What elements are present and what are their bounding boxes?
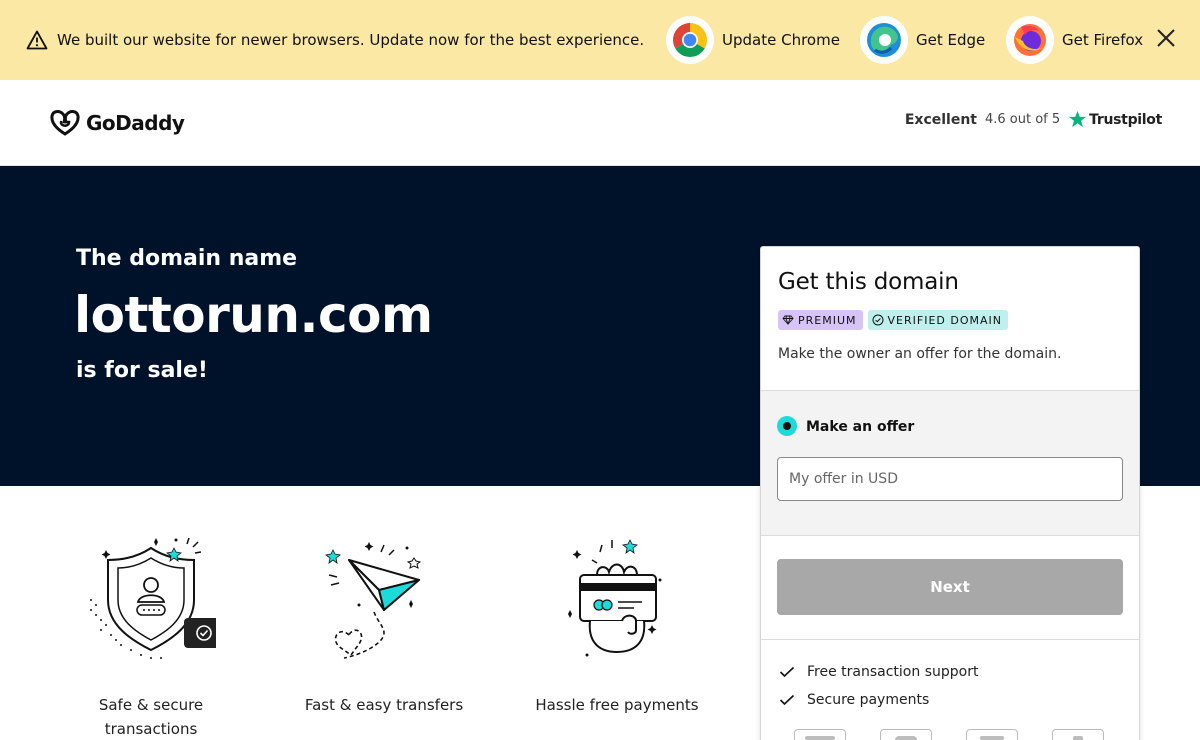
godaddy-glyph-icon	[50, 110, 80, 136]
feature-fast-transfers: Fast & easy transfers	[284, 530, 484, 717]
edge-logo-icon	[860, 16, 908, 64]
payment-methods	[794, 729, 1138, 740]
for-sale-text: is for sale!	[76, 358, 208, 383]
card-description: Make the owner an offer for the domain.	[778, 346, 1062, 362]
card-title: Get this domain	[778, 269, 959, 295]
offer-section: Make an offer	[761, 390, 1139, 536]
make-offer-label[interactable]: Make an offer	[806, 419, 914, 435]
rating-score: 4.6 out of 5	[984, 112, 1061, 127]
premium-badge-label: PREMIUM	[798, 313, 857, 327]
verified-badge-label: VERIFIED DOMAIN	[887, 313, 1002, 327]
check-circle-icon	[872, 314, 884, 326]
hero-eyebrow: The domain name	[76, 246, 298, 271]
offer-amount-input[interactable]	[777, 457, 1123, 501]
verified-domain-badge: VERIFIED DOMAIN	[867, 310, 1008, 330]
perk-label: Secure payments	[807, 692, 930, 708]
card-payment-icon	[568, 539, 662, 657]
shield-user-icon	[90, 537, 224, 659]
feature-caption: Safe & secure transactions	[98, 696, 204, 738]
get-firefox-label: Get Firefox	[1062, 31, 1144, 49]
rating-word: Excellent	[904, 111, 977, 128]
perk-item: Free transaction support	[779, 664, 978, 680]
update-chrome-link[interactable]: Update Chrome	[666, 16, 840, 64]
trustpilot-name: Trustpilot	[1089, 111, 1162, 128]
domain-name: lottorun.com	[74, 286, 433, 344]
check-icon	[779, 666, 795, 678]
diamond-icon	[782, 315, 794, 325]
get-domain-card: Get this domain PREMIUM VERIFIED DOMAIN …	[760, 246, 1140, 740]
feature-safe-secure: Safe & secure transactions	[51, 530, 251, 740]
check-icon	[779, 694, 795, 706]
get-edge-label: Get Edge	[916, 31, 986, 49]
close-icon[interactable]	[1155, 27, 1177, 49]
feature-hassle-free: Hassle free payments	[517, 530, 717, 717]
paper-plane-icon	[325, 542, 422, 659]
firefox-logo-icon	[1006, 16, 1054, 64]
trustpilot-star-icon	[1069, 110, 1087, 128]
make-offer-radio[interactable]	[777, 416, 797, 436]
card-divider	[761, 639, 1139, 640]
update-chrome-label: Update Chrome	[722, 31, 840, 49]
badge-row: PREMIUM VERIFIED DOMAIN	[778, 310, 1013, 330]
next-button[interactable]: Next	[777, 559, 1123, 615]
feature-caption: Fast & easy transfers	[304, 696, 464, 714]
perk-label: Free transaction support	[807, 664, 979, 680]
brand-wordmark: GoDaddy	[86, 111, 185, 135]
payment-card-icon	[1052, 729, 1104, 740]
premium-badge: PREMIUM	[778, 310, 863, 330]
payment-card-icon	[880, 729, 932, 740]
payment-card-icon	[966, 729, 1018, 740]
payment-card-icon	[794, 729, 846, 740]
get-firefox-link[interactable]: Get Firefox	[1006, 16, 1143, 64]
godaddy-logo[interactable]: GoDaddy	[49, 109, 185, 137]
site-header: GoDaddy Excellent 4.6 out of 5 Trustpilo…	[0, 80, 1200, 166]
chrome-logo-icon	[666, 16, 714, 64]
warning-icon	[26, 30, 48, 50]
get-edge-link[interactable]: Get Edge	[860, 16, 985, 64]
banner-message: We built our website for newer browsers.…	[57, 31, 645, 49]
trustpilot-rating[interactable]: Excellent 4.6 out of 5 Trustpilot	[905, 110, 1162, 129]
browser-update-banner: We built our website for newer browsers.…	[0, 0, 1200, 80]
perk-item: Secure payments	[779, 692, 929, 708]
feature-caption: Hassle free payments	[535, 696, 699, 714]
